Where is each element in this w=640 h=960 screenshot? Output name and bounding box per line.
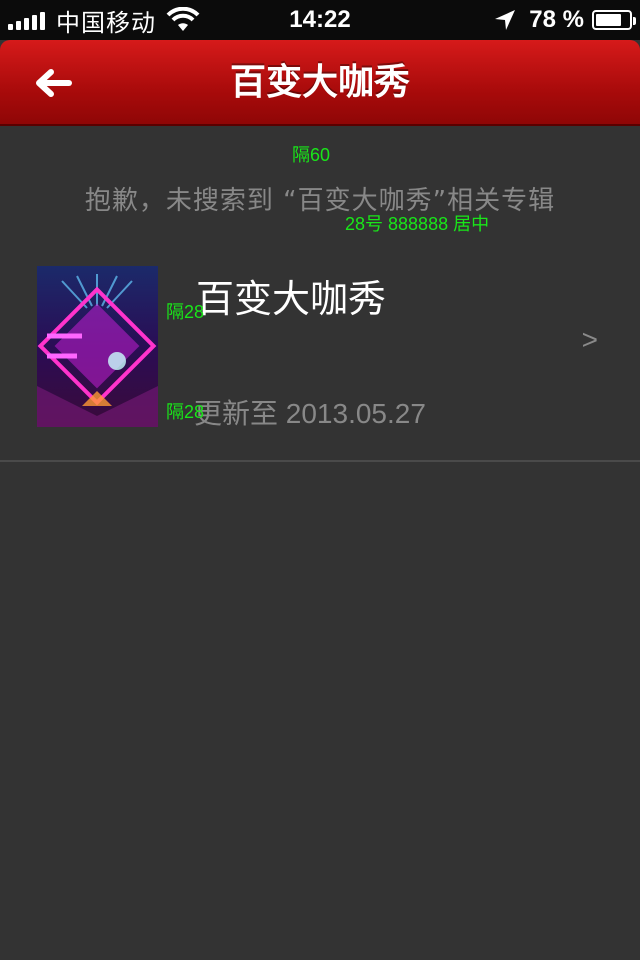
annotation-gap-a: 隔28 (166, 302, 205, 322)
nav-bar: 百变大咖秀 (0, 40, 640, 126)
battery-percent: 78 % (529, 6, 584, 33)
chevron-right-icon: > (581, 324, 598, 355)
album-title: 百变大咖秀 (196, 277, 387, 321)
status-right: 78 % (493, 0, 636, 40)
page-title: 百变大咖秀 (229, 62, 410, 103)
no-result-message: 抱歉，未搜索到 “百变大咖秀”相关专辑 (84, 186, 556, 216)
album-cover-art (37, 266, 158, 427)
annotation-gap-top: 隔60 (292, 145, 331, 165)
annotation-font-note: 28号 888888 居中 (345, 214, 490, 234)
annotation-gap-b: 隔28 (166, 402, 205, 422)
status-bar: 中国移动 14:22 78 % (0, 0, 640, 40)
battery-icon (592, 10, 636, 30)
battery-fill (596, 14, 621, 26)
location-arrow-icon (495, 10, 516, 30)
album-cover-image (37, 266, 158, 427)
content: 隔60 抱歉，未搜索到 “百变大咖秀”相关专辑 28号 888888 居中 百变… (0, 126, 640, 960)
album-update-date: 更新至 2013.05.27 (194, 398, 426, 429)
back-button[interactable] (26, 60, 80, 106)
back-arrow-icon (36, 69, 72, 97)
album-list-item[interactable]: 百变大咖秀 更新至 2013.05.27 > 隔28 隔28 (0, 246, 640, 462)
